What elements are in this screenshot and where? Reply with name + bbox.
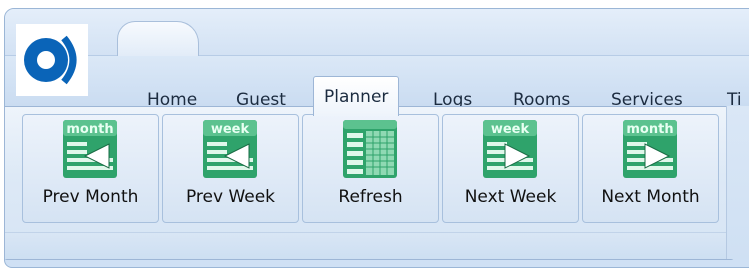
prev-week-icon: week	[203, 120, 257, 178]
tab-planner[interactable]: Planner	[313, 76, 400, 116]
app-logo[interactable]	[16, 24, 88, 96]
prev-month-button[interactable]: month Prev Month	[22, 114, 159, 223]
quick-access-tab[interactable]	[117, 21, 199, 56]
ribbon-group-footer	[5, 232, 733, 259]
refresh-grid-icon	[343, 120, 397, 178]
prev-week-button[interactable]: week Prev Week	[162, 114, 299, 223]
week-badge-text: week	[491, 122, 530, 137]
next-week-button[interactable]: week Next Week	[442, 114, 579, 223]
refresh-label: Refresh	[338, 187, 403, 207]
title-bar	[5, 9, 749, 56]
prev-month-label: Prev Month	[42, 187, 139, 207]
app-logo-icon	[16, 24, 88, 96]
month-badge-text: month	[626, 122, 673, 137]
prev-week-label: Prev Week	[185, 187, 276, 207]
prev-month-icon: month	[63, 120, 117, 178]
ribbon-panel: month Prev Month week Prev Week Refresh …	[4, 106, 734, 260]
ribbon-tab-strip: Home Guest Planner Logs Rooms Services T…	[5, 56, 749, 116]
next-week-label: Next Week	[464, 187, 557, 207]
next-month-icon: month	[623, 120, 677, 178]
month-badge-text: month	[66, 122, 113, 137]
next-month-label: Next Month	[601, 187, 700, 207]
next-month-button[interactable]: month Next Month	[582, 114, 719, 223]
week-badge-text: week	[211, 122, 250, 137]
refresh-button[interactable]: Refresh	[302, 114, 439, 223]
ribbon-overflow-area	[726, 106, 749, 259]
next-week-icon: week	[483, 120, 537, 178]
